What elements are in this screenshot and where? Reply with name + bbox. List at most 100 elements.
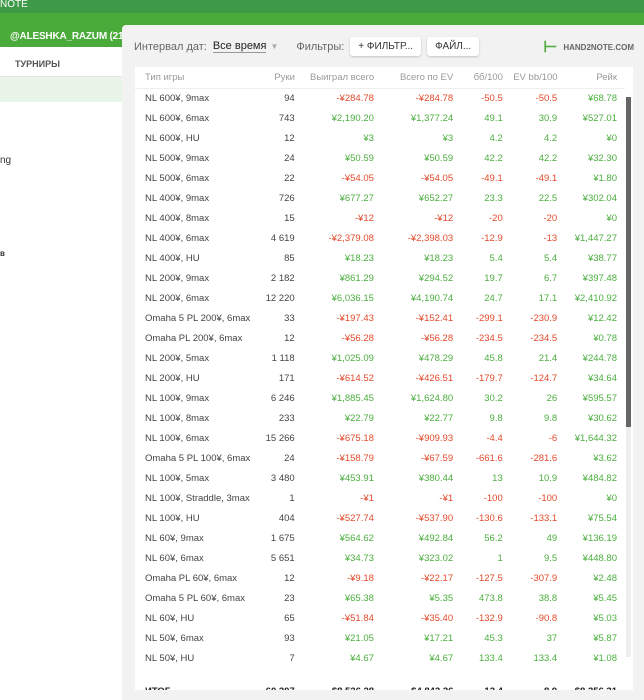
table-cell: 12 [284, 573, 295, 584]
column-header[interactable]: бб/100 [461, 67, 511, 89]
tab-label: ТУРНИРЫ [15, 59, 60, 69]
file-button[interactable]: ФАЙЛ... [427, 37, 480, 56]
table-cell: ¥0 [606, 133, 617, 144]
tab-tournaments[interactable]: ТУРНИРЫ [0, 47, 122, 77]
table-row[interactable]: Omaha 5 PL 200¥, 6max 33 -¥197.43 -¥152.41 -… [135, 309, 625, 329]
total-row: ИТОГ60 307$8,526.28$4,843.3613.48.9$8,35… [135, 680, 625, 690]
table-row[interactable]: NL 200¥, 9max 2 182 ¥861.29 ¥294.52 19.7 6.7 ¥… [135, 269, 625, 289]
table-cell: 65 [284, 613, 295, 624]
table-cell: NL 200¥, 5max [145, 353, 210, 364]
table-cell: -¥12 [434, 213, 454, 224]
table-row[interactable]: NL 60¥, 9max 1 675 ¥564.62 ¥492.84 56.2 49 ¥13… [135, 529, 625, 549]
table-row[interactable]: NL 100¥, 9max 6 246 ¥1,885.45 ¥1,624.80 30.2… [135, 389, 625, 409]
table-cell: ¥17.21 [424, 633, 454, 644]
scrollbar[interactable] [626, 97, 631, 657]
table-row[interactable]: NL 100¥, 6max 15 266 -¥675.18 -¥909.93 -4.4 -… [135, 429, 625, 449]
column-header[interactable]: Всего по EV [382, 67, 462, 89]
scrollbar-thumb[interactable] [626, 97, 631, 427]
table-row[interactable]: NL 60¥, 6max 5 651 ¥34.73 ¥323.02 1 9.5 ¥448.8… [135, 549, 625, 569]
account-selector[interactable]: @ALESHKA_RAZUM (21) ▾ [10, 31, 134, 42]
table-cell: ¥492.84 [418, 533, 454, 544]
table-cell: ¥323.02 [418, 553, 454, 564]
table-cell: ¥3 [442, 133, 454, 144]
table-cell: ¥38.77 [587, 253, 617, 264]
left-list-item[interactable]: ng [0, 155, 11, 166]
table-cell: ¥3 [363, 133, 374, 144]
table-cell: 12 220 [265, 293, 295, 304]
main-panel: Интервал дат: Все время ▼ Фильтры: + ФИЛ… [122, 25, 644, 700]
table-cell: -90.8 [535, 613, 558, 624]
table-cell: -¥537.90 [415, 513, 454, 524]
table-cell: NL 500¥, 6max [145, 173, 210, 184]
table-cell: 30.2 [484, 393, 503, 404]
table-cell: -¥54.05 [341, 173, 374, 184]
table-cell: ¥12.42 [587, 313, 617, 324]
table-cell: Omaha PL 200¥, 6max [145, 333, 243, 344]
column-header[interactable]: EV bb/100 [510, 67, 566, 89]
table-row[interactable]: NL 600¥, 6max 743 ¥2,190.20 ¥1,377.24 49.1 30… [135, 109, 625, 129]
interval-label: Интервал дат: [134, 40, 207, 53]
table-cell: ¥595.57 [582, 393, 617, 404]
table-cell: 6.7 [544, 273, 558, 284]
table-row[interactable]: NL 400¥, 9max 726 ¥677.27 ¥652.27 23.3 22.5 ¥3… [135, 189, 625, 209]
table-row[interactable]: NL 200¥, 6max 12 220 ¥6,036.15 ¥4,190.74 24.… [135, 289, 625, 309]
table-row[interactable]: NL 50¥, HU 7 ¥4.67 ¥4.67 133.4 133.4 ¥1.08 [135, 649, 625, 669]
table-cell: 22.5 [538, 193, 558, 204]
table-cell: -6 [548, 433, 558, 444]
table-row[interactable]: NL 200¥, HU 171 -¥614.52 -¥426.51 -179.7 -124… [135, 369, 625, 389]
total-cell: $4,843.36 [382, 680, 461, 690]
add-filter-button[interactable]: + ФИЛЬТР... [350, 37, 422, 56]
chevron-down-icon[interactable]: ▼ [270, 42, 278, 51]
table-row[interactable]: NL 100¥, 8max 233 ¥22.79 ¥22.77 9.8 9.8 ¥30.62 [135, 409, 625, 429]
table-row[interactable]: NL 200¥, 5max 1 118 ¥1,025.09 ¥478.29 45.8 21… [135, 349, 625, 369]
table-cell: -49.1 [535, 173, 558, 184]
table-cell: ¥2,410.92 [574, 293, 617, 304]
table-body-scroll[interactable]: NL 600¥, 9max 94 -¥284.78 -¥284.78 -50.5 -50.… [135, 89, 633, 680]
table-cell: 49.1 [484, 113, 503, 124]
table-cell: -132.9 [475, 613, 503, 624]
table-cell: 45.3 [484, 633, 503, 644]
table-cell: ¥3.62 [593, 453, 617, 464]
column-header[interactable]: Рейк [565, 67, 625, 89]
table-row[interactable]: NL 500¥, 9max 24 ¥50.59 ¥50.59 42.2 42.2 ¥32.3… [135, 149, 625, 169]
table-row[interactable]: NL 600¥, HU 12 ¥3 ¥3 4.2 4.2 ¥0 [135, 129, 625, 149]
table-cell: Omaha 5 PL 200¥, 6max [145, 313, 251, 324]
table-cell: -¥22.17 [420, 573, 454, 584]
table-cell: 30.9 [538, 113, 558, 124]
table-cell: ¥68.78 [587, 93, 617, 104]
table-row[interactable]: NL 100¥, HU 404 -¥527.74 -¥537.90 -130.6 -133… [135, 509, 625, 529]
column-header[interactable]: Тип игры [135, 67, 264, 89]
table-row[interactable]: Omaha PL 200¥, 6max 12 -¥56.28 -¥56.28 -234.… [135, 329, 625, 349]
table-cell: NL 200¥, 6max [145, 293, 210, 304]
table-row[interactable]: NL 500¥, 6max 22 -¥54.05 -¥54.05 -49.1 -49.1 ¥… [135, 169, 625, 189]
table-row[interactable]: NL 400¥, HU 85 ¥18.23 ¥18.23 5.4 5.4 ¥38.77 [135, 249, 625, 269]
table-row[interactable]: NL 100¥, 5max 3 480 ¥453.91 ¥380.44 13 10.9 ¥4… [135, 469, 625, 489]
table-cell: ¥453.91 [339, 473, 374, 484]
app-title-bar: NOTE [0, 0, 644, 13]
column-header[interactable]: Выиграл всего [302, 67, 383, 89]
selected-list-item[interactable] [0, 77, 122, 102]
table-row[interactable]: NL 50¥, 6max 93 ¥21.05 ¥17.21 45.3 37 ¥5.87 [135, 629, 625, 649]
table-cell: ¥18.23 [424, 253, 454, 264]
table-cell: ¥65.38 [344, 593, 374, 604]
table-row[interactable]: NL 60¥, HU 65 -¥51.84 -¥35.40 -132.9 -90.8 ¥5.… [135, 609, 625, 629]
table-row[interactable]: NL 400¥, 8max 15 -¥12 -¥12 -20 -20 ¥0 [135, 209, 625, 229]
table-row[interactable]: Omaha PL 60¥, 6max 12 -¥9.18 -¥22.17 -127.5 -… [135, 569, 625, 589]
table-cell: 4.2 [489, 133, 503, 144]
table-row[interactable]: Omaha 5 PL 100¥, 6max 24 -¥158.79 -¥67.59 -6… [135, 449, 625, 469]
table-cell: -124.7 [530, 373, 558, 384]
table-cell: 37 [546, 633, 558, 644]
table-row[interactable]: NL 100¥, Straddle, 3max 1 -¥1 -¥1 -100 -100 ¥0 [135, 489, 625, 509]
table-row[interactable]: NL 600¥, 9max 94 -¥284.78 -¥284.78 -50.5 -50.… [135, 89, 625, 109]
table-cell: 19.7 [484, 273, 503, 284]
column-header[interactable]: Руки [263, 67, 303, 89]
table-row[interactable]: NL 400¥, 6max 4 619 -¥2,379.08 -¥2,398.03 -1… [135, 229, 625, 249]
interval-select[interactable]: Все время [212, 40, 267, 53]
table-cell: 171 [278, 373, 295, 384]
table-cell: ¥294.52 [418, 273, 454, 284]
table-cell: -661.6 [475, 453, 503, 464]
table-cell: ¥50.59 [344, 153, 374, 164]
left-list-item[interactable]: в [0, 249, 5, 258]
table-cell: 24 [284, 153, 295, 164]
table-row[interactable]: Omaha 5 PL 60¥, 6max 23 ¥65.38 ¥5.35 473.8 38… [135, 589, 625, 609]
